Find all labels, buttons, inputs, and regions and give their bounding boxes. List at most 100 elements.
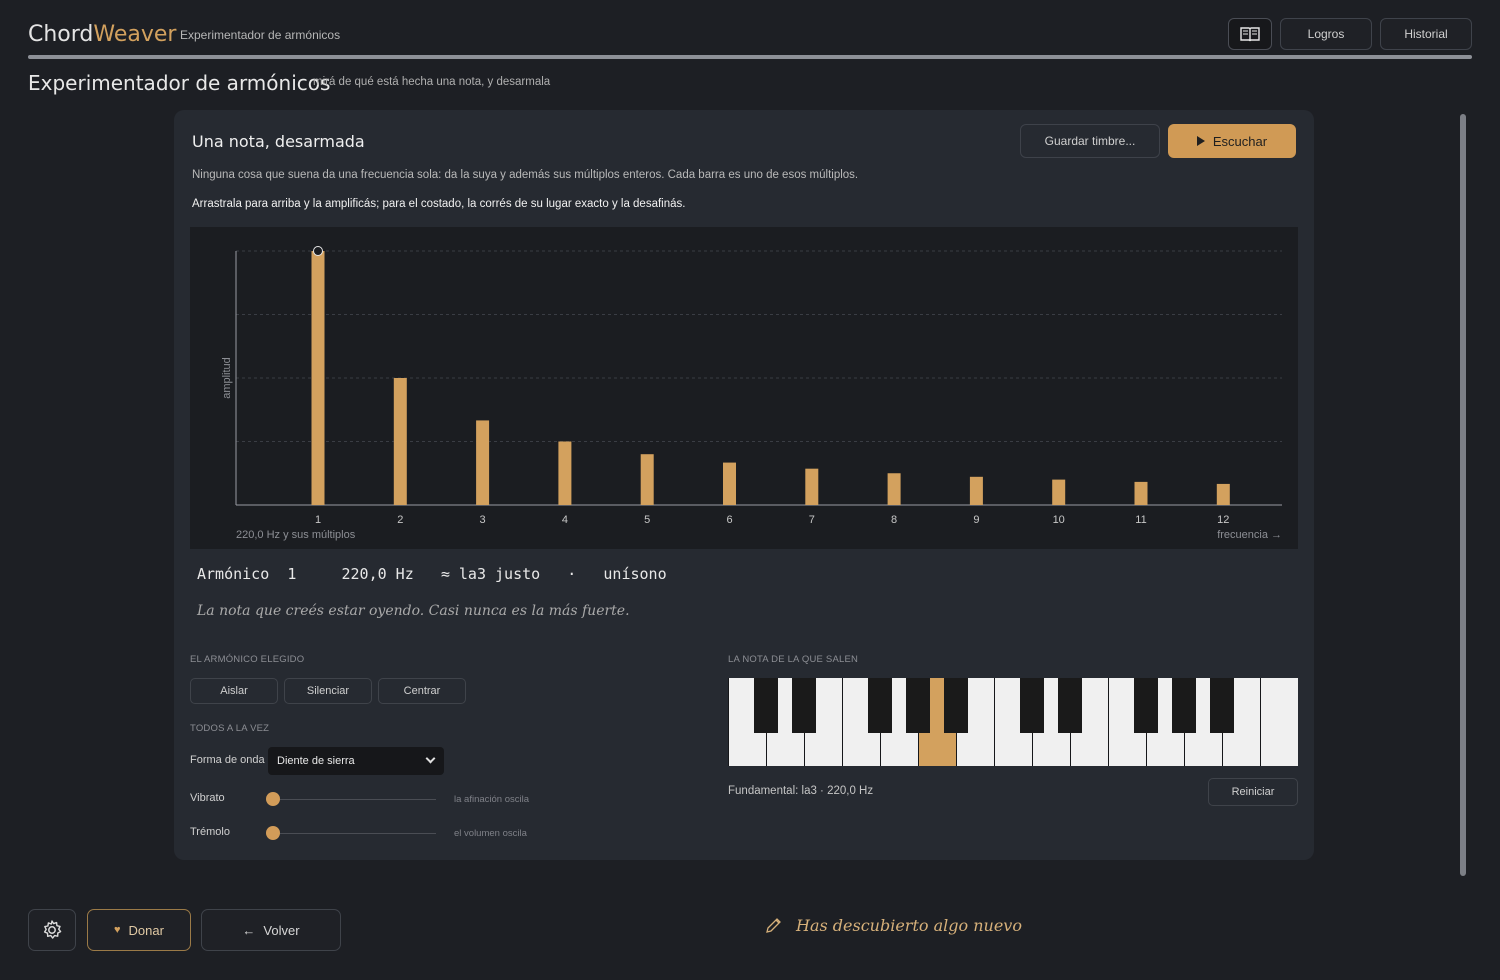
app-subtitle: Experimentador de armónicos [180,28,341,42]
book-icon [1240,27,1260,42]
harmonic-bar-11[interactable] [1134,481,1148,505]
harmonic-bar-5[interactable] [640,454,654,505]
piano-heading: LA NOTA DE LA QUE SALEN [728,654,859,665]
all-harmonics-heading: TODOS A LA VEZ [190,723,270,734]
reset-button[interactable]: Reiniciar [1208,778,1298,806]
tremolo-slider-thumb[interactable] [266,826,280,840]
center-button[interactable]: Centrar [378,678,466,704]
x-tick-label: 3 [480,514,486,526]
harmonics-chart[interactable]: amplitud 1 2 3 4 5 6 7 8 9 10 11 12 220,0 Hz y sus mú… [190,227,1298,549]
x-tick-label: 12 [1217,514,1229,526]
historial-button[interactable]: Historial [1380,18,1472,50]
piano-black-key[interactable] [754,678,778,733]
page-subtitle: mirá de qué está hecha una nota, y desar… [313,76,551,88]
harmonics-card: Una nota, desarmada Guardar timbre... Es… [174,110,1314,860]
harmonic-readout: Armónico 1 220,0 Hz ≈ la3 justo · uníson… [197,565,667,583]
description-text: Ninguna cosa que suena da una frecuencia… [192,169,859,181]
gear-icon [43,920,62,939]
piano-black-key[interactable] [944,678,968,733]
drag-handle[interactable] [313,246,323,256]
vibrato-slider[interactable] [272,799,436,800]
waveform-select[interactable]: Diente de sierra [268,747,444,775]
harmonic-bar-6[interactable] [723,462,736,505]
pencil-icon [766,917,781,933]
harmonic-bar-12[interactable] [1216,483,1230,505]
readout-frequency: 220,0 Hz [341,565,414,583]
piano-keyboard[interactable] [728,678,1298,766]
app-logo: ChordWeaver [28,22,176,47]
base-frequency-label: 220,0 Hz y sus múltiplos [236,529,356,541]
discovery-text: Has descubierto algo nuevo [796,916,1022,935]
play-button[interactable]: Escuchar [1168,124,1296,158]
page-title: Experimentador de armónicos [28,71,331,95]
mute-button[interactable]: Silenciar [284,678,372,704]
piano-black-key[interactable] [792,678,816,733]
harmonic-quote: La nota que creés estar oyendo. Casi nun… [197,603,630,619]
play-label: Escuchar [1212,133,1268,149]
app-header: ChordWeaver Experimentador de armónicos … [28,18,1472,52]
x-tick-label: 8 [891,514,897,526]
fundamental-label: Fundamental: la3 · 220,0 Hz [728,785,874,797]
instruction-text: Arrastrala para arriba y la amplificás; … [192,198,686,210]
donate-label: Donar [128,922,164,938]
heart-icon: ♥ [114,924,121,936]
piano-white-key[interactable] [1261,678,1298,766]
harmonic-bar-10[interactable] [1052,479,1066,505]
settings-button[interactable] [28,909,76,951]
scrollbar[interactable] [1460,114,1466,876]
discovery-notice: Has descubierto algo nuevo [764,916,1022,935]
readout-number: 1 [287,565,297,583]
x-tick-label: 10 [1053,514,1065,526]
harmonic-bar-2[interactable] [393,378,407,505]
vibrato-hint: la afinación oscila [454,794,529,805]
piano-black-key[interactable] [1210,678,1234,733]
piano-black-key[interactable] [1020,678,1044,733]
x-tick-label: 1 [315,514,321,526]
x-tick-label: 9 [973,514,979,526]
isolate-button[interactable]: Aislar [190,678,278,704]
manual-button[interactable] [1228,18,1272,50]
play-icon [1196,136,1205,146]
y-axis-label: amplitud [221,357,233,399]
vibrato-slider-thumb[interactable] [266,792,280,806]
readout-label: Armónico [197,565,270,583]
x-tick-label: 2 [397,514,403,526]
back-label: Volver [263,922,300,938]
readout-note: ≈ la3 justo [440,565,541,583]
piano-black-key[interactable] [1172,678,1196,733]
tremolo-slider[interactable] [272,833,436,834]
back-button[interactable]: ← Volver [201,909,341,951]
vibrato-label: Vibrato [190,792,225,804]
header-divider [28,55,1472,59]
waveform-value: Diente de sierra [277,755,355,767]
x-tick-label: 11 [1135,514,1146,526]
tremolo-label: Trémolo [190,826,230,838]
chart-svg[interactable]: amplitud1 2 3 4 5 6 7 8 9 10 11 12220,0 Hz y sus mú… [190,227,1298,549]
waveform-label: Forma de onda [190,754,265,766]
harmonic-bar-9[interactable] [969,476,983,505]
harmonic-bar-8[interactable] [887,473,901,505]
chevron-down-icon [425,753,436,764]
piano-active-marker [930,678,940,733]
save-timbre-button[interactable]: Guardar timbre... [1020,124,1160,158]
logros-button[interactable]: Logros [1280,18,1372,50]
x-tick-label: 6 [726,514,732,526]
harmonic-bar-7[interactable] [805,468,819,505]
piano-black-key[interactable] [1058,678,1082,733]
readout-separator: · [567,565,577,583]
x-axis-label: frecuencia → [1217,529,1282,541]
x-tick-label: 4 [562,514,568,526]
logo-text-1: Chord [28,22,94,47]
tremolo-hint: el volumen oscila [454,828,527,839]
harmonic-bar-3[interactable] [476,420,490,505]
x-tick-label: 7 [809,514,815,526]
donate-button[interactable]: ♥ Donar [87,909,191,951]
piano-black-key[interactable] [906,678,930,733]
x-tick-label: 5 [644,514,650,526]
harmonic-bar-1[interactable] [311,251,325,505]
piano-black-key[interactable] [1134,678,1158,733]
piano-black-key[interactable] [868,678,892,733]
readout-interval: unísono [603,565,667,583]
selected-harmonic-heading: EL ARMÓNICO ELEGIDO [190,654,305,665]
harmonic-bar-4[interactable] [558,441,572,506]
